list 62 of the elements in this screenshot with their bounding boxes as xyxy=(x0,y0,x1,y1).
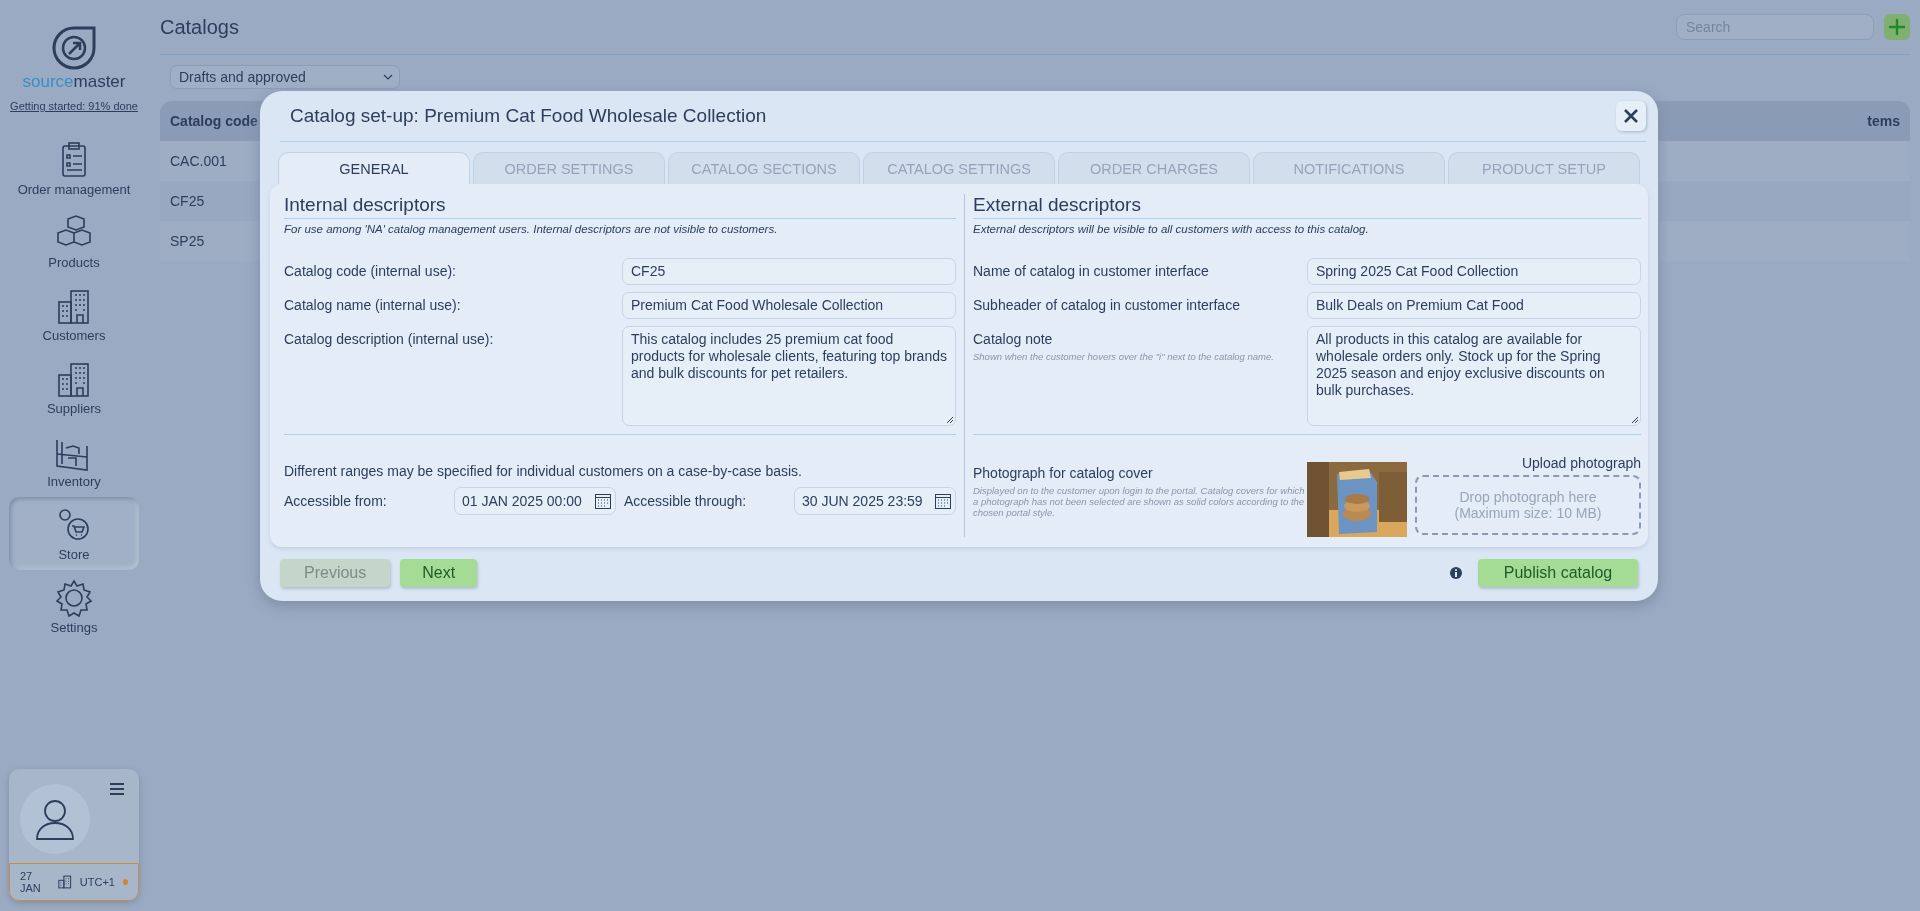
field-label: Catalog note xyxy=(973,331,1054,347)
field-label: Accessible from: xyxy=(284,493,388,509)
next-button[interactable]: Next xyxy=(400,559,478,587)
text-area[interactable]: This catalog includes 25 premium cat food products for wholesale clients, featuring top brands and bulk discounts for pet retailers. xyxy=(622,326,956,426)
nav-item[interactable]: Customers xyxy=(9,278,139,351)
text-area[interactable]: All products in this catalog are available for wholesale orders only. Stock up for the Spring 2025 season and enjoy exclusive discounts on bulk purchases. xyxy=(1307,326,1641,426)
field-hint: Displayed on to the customer upon login to the portal. Catalog covers for which a photograph has not been selected are shown as solid colors according to the chosen portal style. xyxy=(973,485,1306,518)
field-hint: Shown when the customer hovers over the "i" next to the catalog name. xyxy=(973,351,1275,362)
column-header[interactable]: Catalog code xyxy=(170,113,258,129)
publish-button[interactable]: Publish catalog xyxy=(1478,559,1638,587)
tab[interactable]: GENERAL xyxy=(278,152,470,184)
date-text: 27 JAN xyxy=(20,870,42,894)
field-label: Accessible through: xyxy=(623,493,748,509)
dialog-title: Catalog set-up: Premium Cat Food Wholesale Collection xyxy=(290,105,767,127)
chevron-icon xyxy=(383,73,393,81)
nav-item[interactable]: Order management xyxy=(9,132,139,205)
filter-dropdown[interactable]: Drafts and approved xyxy=(170,65,400,89)
settings-icon xyxy=(54,578,94,618)
status-dot xyxy=(122,879,128,885)
logo-text: sourcemaster xyxy=(22,72,126,92)
timezone-text: UTC+1 xyxy=(79,876,115,888)
field-label: Catalog description (internal use): xyxy=(284,331,495,347)
field-label: Name of catalog in customer interface xyxy=(973,263,1210,279)
resize-grip-icon xyxy=(1631,416,1639,424)
avatar-icon[interactable] xyxy=(19,783,91,855)
column-header[interactable]: tems xyxy=(1867,113,1900,129)
page-title: Catalogs xyxy=(160,15,239,39)
nav-item[interactable]: Products xyxy=(9,205,139,278)
calendar-icon[interactable] xyxy=(934,492,952,510)
section-note: For use among 'NA' catalog management users. Internal descriptors are not visible to customers. xyxy=(284,223,779,235)
plus-icon xyxy=(1888,18,1906,36)
range-note: Different ranges may be specified for individual customers on a case-by-case basis. xyxy=(284,463,803,479)
upload-label: Upload photograph xyxy=(1521,455,1641,471)
logo-icon xyxy=(50,24,98,70)
info-icon[interactable] xyxy=(1450,567,1462,579)
input-field[interactable]: Bulk Deals on Premium Cat Food xyxy=(1307,292,1641,319)
menu-icon[interactable] xyxy=(109,783,125,795)
table-cell: CF25 xyxy=(170,193,205,209)
nav-item[interactable]: Settings xyxy=(9,570,139,643)
date-field[interactable]: 30 JUN 2025 23:59 xyxy=(794,487,956,515)
section-heading: Internal descriptors xyxy=(284,194,956,219)
table-cell: CAC.001 xyxy=(170,153,227,169)
nav-item[interactable]: Store xyxy=(9,497,139,570)
input-field[interactable]: Spring 2025 Cat Food Collection xyxy=(1307,258,1641,285)
resize-grip-icon xyxy=(946,416,954,424)
close-icon xyxy=(1623,108,1639,124)
building-icon xyxy=(58,874,72,890)
nav-item[interactable]: Suppliers xyxy=(9,351,139,424)
close-button[interactable] xyxy=(1616,101,1646,131)
getting-started-link[interactable]: Getting started: 91% done xyxy=(10,100,138,112)
field-label: Catalog code (internal use): xyxy=(284,263,457,279)
calendar-icon[interactable] xyxy=(594,492,612,510)
field-label: Catalog name (internal use): xyxy=(284,297,462,313)
nav-item[interactable]: Inventory xyxy=(9,424,139,497)
field-label: Subheader of catalog in customer interface xyxy=(973,297,1241,313)
input-field[interactable]: CF25 xyxy=(622,258,956,285)
date-field[interactable]: 01 JAN 2025 00:00 xyxy=(454,487,616,515)
field-label: Photograph for catalog cover xyxy=(973,465,1154,481)
section-heading: External descriptors xyxy=(973,194,1641,219)
input-field[interactable]: Premium Cat Food Wholesale Collection xyxy=(622,292,956,319)
table-cell: SP25 xyxy=(170,233,205,249)
section-note: External descriptors will be visible to all customers with access to this catalog. xyxy=(973,223,1370,235)
